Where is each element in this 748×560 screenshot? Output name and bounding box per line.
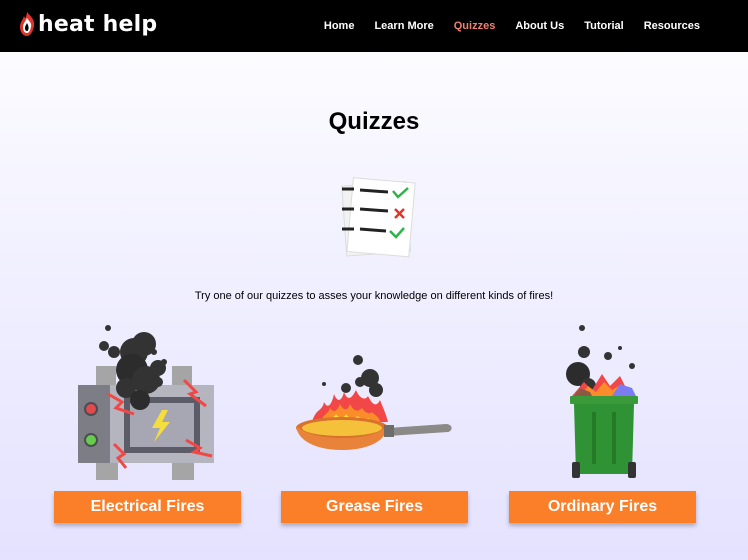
nav-quizzes[interactable]: Quizzes — [454, 20, 496, 32]
nav-home[interactable]: Home — [324, 20, 355, 32]
nav-tutorial[interactable]: Tutorial — [584, 20, 624, 32]
ordinary-fire-icon — [566, 325, 638, 478]
nav-links: Home Learn More Quizzes About Us Tutoria… — [304, 0, 700, 52]
brand-logo[interactable]: heat help — [18, 11, 157, 37]
electrical-fire-icon — [78, 325, 214, 480]
tagline: Try one of our quizzes to asses your kno… — [194, 290, 554, 302]
ordinary-fires-button[interactable]: Ordinary Fires — [509, 491, 696, 523]
navbar: heat help Home Learn More Quizzes About … — [0, 0, 748, 52]
grease-fires-button[interactable]: Grease Fires — [281, 491, 468, 523]
flame-shield-icon — [20, 12, 35, 36]
quiz-checklist-icon — [341, 177, 416, 258]
nav-resources[interactable]: Resources — [644, 20, 700, 32]
grease-fire-icon — [296, 355, 452, 450]
electrical-fires-button[interactable]: Electrical Fires — [54, 491, 241, 523]
nav-about-us[interactable]: About Us — [515, 20, 564, 32]
brand-name: heat help — [38, 11, 158, 37]
page-title: Quizzes — [328, 108, 420, 135]
nav-learn-more[interactable]: Learn More — [374, 20, 433, 32]
